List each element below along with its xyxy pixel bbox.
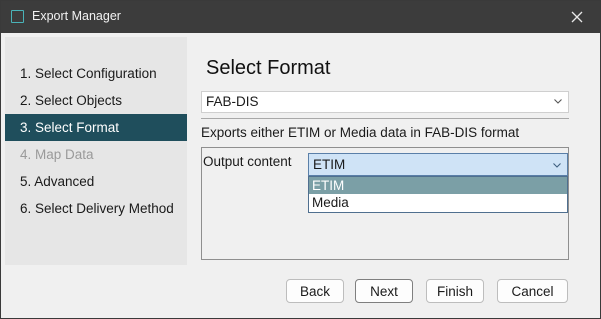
step-select-format[interactable]: 3. Select Format <box>5 114 187 141</box>
back-button[interactable]: Back <box>286 279 344 303</box>
step-select-objects[interactable]: 2. Select Objects <box>5 87 187 114</box>
dropdown-option-media[interactable]: Media <box>309 194 567 211</box>
format-select-value: FAB-DIS <box>206 94 259 109</box>
divider <box>201 118 569 119</box>
next-button[interactable]: Next <box>355 279 413 303</box>
window-title: Export Manager <box>32 9 121 23</box>
dropdown-option-etim[interactable]: ETIM <box>309 177 567 194</box>
wizard-steps-sidebar: 1. Select Configuration 2. Select Object… <box>5 37 187 265</box>
close-button[interactable] <box>554 1 600 33</box>
step-map-data: 4. Map Data <box>20 147 94 162</box>
output-content-value: ETIM <box>313 157 346 172</box>
close-icon <box>571 11 583 23</box>
step-advanced[interactable]: 5. Advanced <box>5 168 187 195</box>
format-select[interactable]: FAB-DIS <box>201 91 569 113</box>
step-select-configuration[interactable]: 1. Select Configuration <box>5 60 187 87</box>
title-bar[interactable]: Export Manager <box>1 1 600 33</box>
app-icon <box>11 10 24 23</box>
page-title: Select Format <box>206 57 331 79</box>
step-select-delivery-method[interactable]: 6. Select Delivery Method <box>5 195 187 222</box>
output-content-label: Output content <box>203 154 292 169</box>
output-content-select[interactable]: ETIM <box>308 153 568 176</box>
output-content-dropdown-list: ETIM Media <box>308 176 568 213</box>
chevron-down-icon <box>553 163 561 168</box>
cancel-button[interactable]: Cancel <box>497 279 568 303</box>
format-description: Exports either ETIM or Media data in FAB… <box>201 125 520 140</box>
finish-button[interactable]: Finish <box>426 279 484 303</box>
export-manager-window: Export Manager 1. Select Configuration 2… <box>0 0 601 319</box>
chevron-down-icon <box>554 99 562 104</box>
